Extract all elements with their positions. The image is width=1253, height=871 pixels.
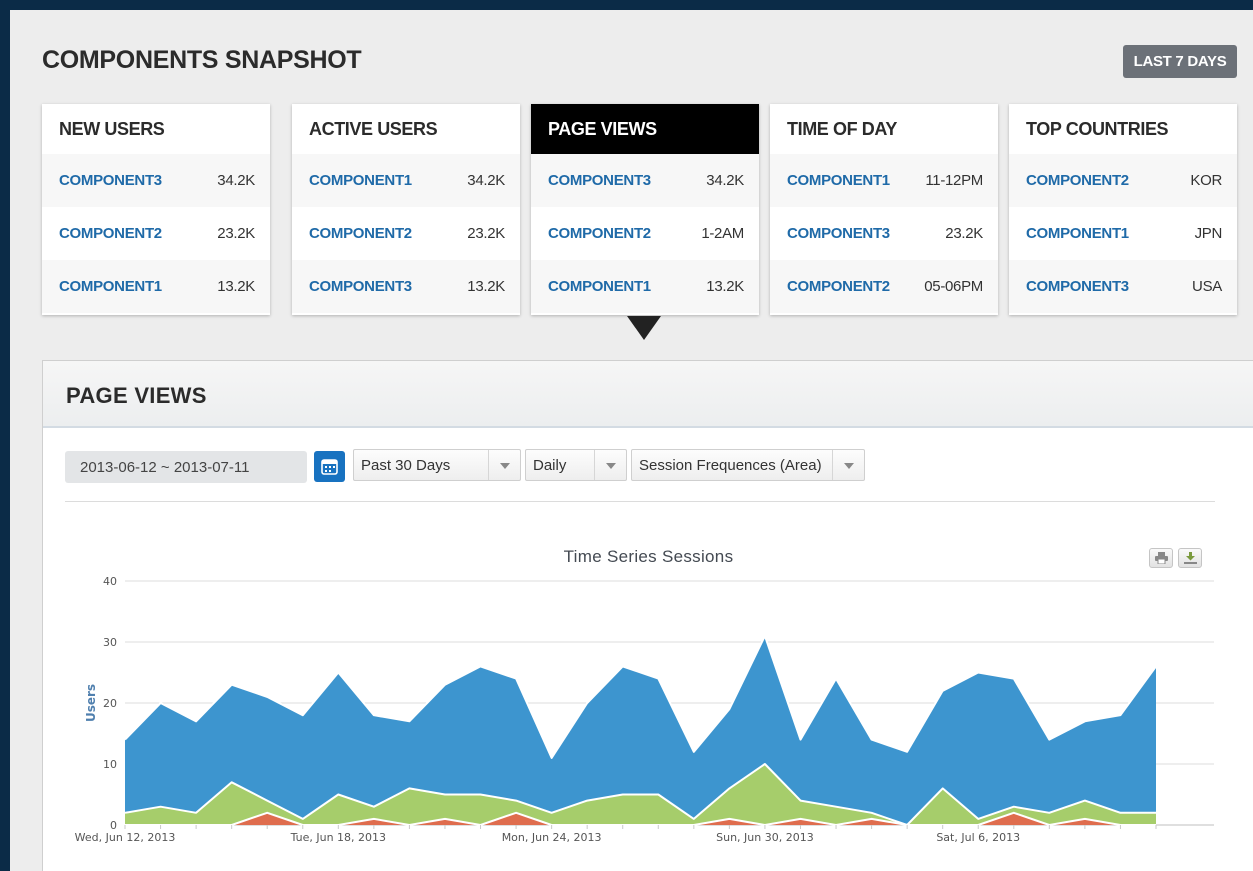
print-icon: [1155, 552, 1168, 564]
dashboard-page: COMPONENTS SNAPSHOT LAST 7 DAYS NEW USER…: [10, 10, 1253, 871]
card-title[interactable]: TOP COUNTRIES: [1009, 104, 1237, 154]
y-tick-label: 10: [103, 758, 117, 771]
card-title[interactable]: ACTIVE USERS: [292, 104, 520, 154]
list-item: COMPONENT3 23.2K: [770, 207, 998, 260]
component-link[interactable]: COMPONENT2: [309, 225, 412, 242]
component-link[interactable]: COMPONENT3: [787, 225, 890, 242]
list-item: COMPONENT3 34.2K: [42, 154, 270, 207]
card-title[interactable]: NEW USERS: [42, 104, 270, 154]
component-value: USA: [1192, 278, 1222, 295]
component-value: 23.2K: [467, 225, 505, 242]
card-title[interactable]: TIME OF DAY: [770, 104, 998, 154]
x-tick-label: Tue, Jun 18, 2013: [290, 831, 386, 844]
x-tick-label: Mon, Jun 24, 2013: [502, 831, 602, 844]
component-value: 34.2K: [467, 172, 505, 189]
print-button[interactable]: [1149, 548, 1173, 568]
component-value: 13.2K: [467, 278, 505, 295]
caret-down-icon: [627, 316, 661, 340]
list-item: COMPONENT1 34.2K: [292, 154, 520, 207]
page-views-panel: PAGE VIEWS 2013-06-12 ~ 2013-07-11 Past …: [42, 360, 1253, 871]
x-tick-label: Sun, Jun 30, 2013: [716, 831, 814, 844]
component-link[interactable]: COMPONENT3: [59, 172, 162, 189]
component-link[interactable]: COMPONENT1: [548, 278, 651, 295]
component-value: 13.2K: [217, 278, 255, 295]
component-link[interactable]: COMPONENT2: [59, 225, 162, 242]
list-item: COMPONENT2 05-06PM: [770, 260, 998, 313]
download-icon: [1184, 552, 1197, 564]
component-link[interactable]: COMPONENT1: [59, 278, 162, 295]
card-time-of-day[interactable]: TIME OF DAY COMPONENT1 11-12PM COMPONENT3…: [770, 104, 998, 315]
component-value: 34.2K: [706, 172, 744, 189]
list-item: COMPONENT1 11-12PM: [770, 154, 998, 207]
component-link[interactable]: COMPONENT1: [1026, 225, 1129, 242]
last-7-days-button[interactable]: LAST 7 DAYS: [1123, 45, 1237, 78]
card-top-countries[interactable]: TOP COUNTRIES COMPONENT2 KOR COMPONENT1 JP…: [1009, 104, 1237, 315]
component-link[interactable]: COMPONENT2: [1026, 172, 1129, 189]
list-item: COMPONENT2 KOR: [1009, 154, 1237, 207]
card-active-users[interactable]: ACTIVE USERS COMPONENT1 34.2K COMPONENT2 2…: [292, 104, 520, 315]
component-link[interactable]: COMPONENT3: [548, 172, 651, 189]
component-link[interactable]: COMPONENT3: [309, 278, 412, 295]
component-value: 13.2K: [706, 278, 744, 295]
x-tick-label: Sat, Jul 6, 2013: [936, 831, 1020, 844]
component-value: KOR: [1190, 172, 1222, 189]
component-value: 1-2AM: [701, 225, 744, 242]
list-item: COMPONENT2 23.2K: [292, 207, 520, 260]
y-tick-label: 20: [103, 697, 117, 710]
component-value: 23.2K: [945, 225, 983, 242]
component-value: 34.2K: [217, 172, 255, 189]
time-series-chart: 010203040UsersWed, Jun 12, 2013 Tue, Jun …: [75, 575, 1214, 844]
component-link[interactable]: COMPONENT1: [787, 172, 890, 189]
list-item: COMPONENT2 23.2K: [42, 207, 270, 260]
component-link[interactable]: COMPONENT2: [548, 225, 651, 242]
list-item: COMPONENT3 USA: [1009, 260, 1237, 313]
component-value: JPN: [1194, 225, 1223, 242]
card-title[interactable]: PAGE VIEWS: [531, 104, 759, 154]
list-item: COMPONENT1 13.2K: [531, 260, 759, 313]
list-item: COMPONENT3 34.2K: [531, 154, 759, 207]
chart-title: Time Series Sessions: [563, 547, 734, 566]
list-item: COMPONENT3 13.2K: [292, 260, 520, 313]
page-title: COMPONENTS SNAPSHOT: [42, 46, 362, 74]
download-button[interactable]: [1178, 548, 1202, 568]
list-item: COMPONENT1 13.2K: [42, 260, 270, 313]
component-value: 23.2K: [217, 225, 255, 242]
list-item: COMPONENT1 JPN: [1009, 207, 1237, 260]
component-value: 11-12PM: [925, 172, 983, 189]
component-link[interactable]: COMPONENT3: [1026, 278, 1129, 295]
component-link[interactable]: COMPONENT2: [787, 278, 890, 295]
card-new-users[interactable]: NEW USERS COMPONENT3 34.2K COMPONENT2 23.2…: [42, 104, 270, 315]
card-page-views[interactable]: PAGE VIEWS COMPONENT3 34.2K COMPONENT2 1-2…: [531, 104, 759, 315]
y-tick-label: 30: [103, 636, 117, 649]
list-item: COMPONENT2 1-2AM: [531, 207, 759, 260]
component-link[interactable]: COMPONENT1: [309, 172, 412, 189]
component-value: 05-06PM: [924, 278, 983, 295]
y-axis-title: Users: [84, 684, 98, 722]
x-tick-label: Wed, Jun 12, 2013: [75, 831, 176, 844]
y-tick-label: 40: [103, 575, 117, 588]
